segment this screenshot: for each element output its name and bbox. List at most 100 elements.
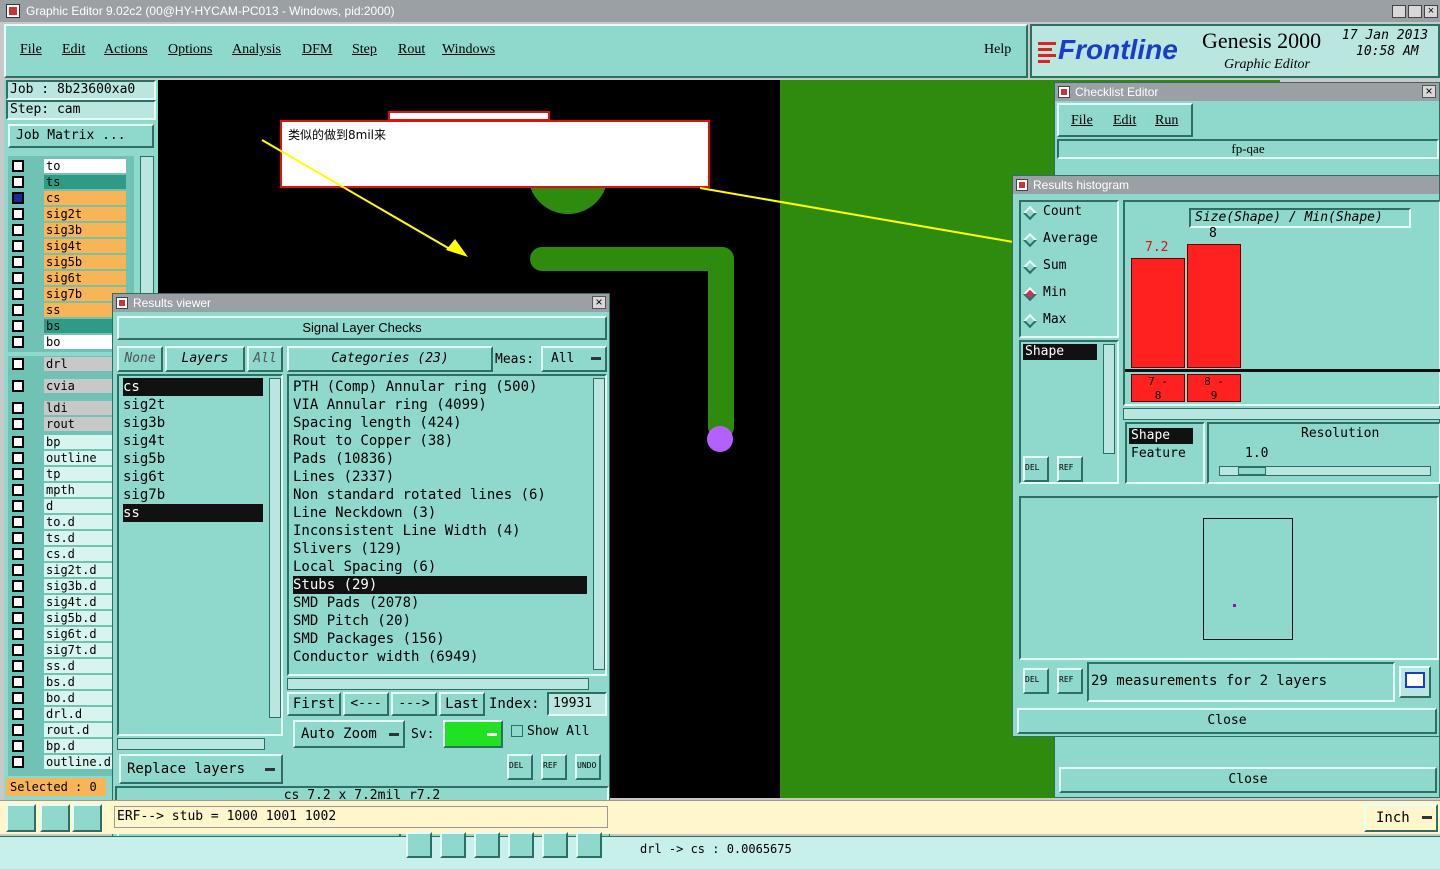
del-icon[interactable]: DEL xyxy=(507,754,533,780)
none-button[interactable]: None xyxy=(117,346,163,372)
arrow-head-icon xyxy=(446,239,468,257)
mode-radio[interactable] xyxy=(1022,259,1038,275)
mode-radio[interactable] xyxy=(1022,286,1038,302)
meas-label: Meas: xyxy=(495,352,535,367)
show-all-label: Show All xyxy=(527,724,590,739)
measurement-status: 29 measurements for 2 layers xyxy=(1087,662,1395,702)
bin-range-1[interactable]: 7 - 8 xyxy=(1131,374,1185,402)
ref-button-2[interactable]: REF xyxy=(1057,668,1083,694)
ref-button[interactable]: REF xyxy=(1057,456,1083,482)
category-item[interactable]: Spacing length (424) xyxy=(293,414,587,432)
list-item[interactable]: Shape xyxy=(1023,344,1097,360)
category-item[interactable]: Local Spacing (6) xyxy=(293,558,587,576)
category-item[interactable]: Pads (10836) xyxy=(293,450,587,468)
close-icon[interactable]: × xyxy=(592,296,606,309)
category-item[interactable]: Conductor width (6949) xyxy=(293,648,587,666)
kind-shape[interactable]: Shape xyxy=(1129,428,1193,444)
ref-icon[interactable]: REF xyxy=(541,754,567,780)
list-item[interactable]: ss xyxy=(123,504,263,522)
category-item[interactable]: SMD Packages (156) xyxy=(293,630,587,648)
chart-baseline xyxy=(1125,369,1440,372)
category-item[interactable]: Lines (2337) xyxy=(293,468,587,486)
last-button[interactable]: Last xyxy=(439,692,485,716)
histogram-icon[interactable] xyxy=(576,832,602,858)
histogram-hscroll[interactable] xyxy=(1123,408,1440,420)
mode-radio[interactable] xyxy=(1022,313,1038,329)
mode-radio[interactable] xyxy=(1022,205,1038,221)
checklist-titlebar: Checklist Editor × xyxy=(1055,83,1439,101)
mode-label: Max xyxy=(1043,312,1067,327)
category-scrollbar[interactable] xyxy=(593,378,605,670)
category-item[interactable]: SMD Pitch (20) xyxy=(293,612,587,630)
meas-select[interactable]: All xyxy=(541,346,607,372)
histogram-action-icon[interactable] xyxy=(1399,666,1431,698)
replace-layers-select[interactable]: Replace layers xyxy=(119,754,283,784)
checklist-menu-item[interactable]: File xyxy=(1071,113,1093,129)
zoom-tool-icon[interactable] xyxy=(6,804,36,832)
mode-label: Count xyxy=(1043,204,1083,219)
grid-tool-icon[interactable] xyxy=(72,804,102,832)
preview-frame xyxy=(1203,518,1293,640)
next-button[interactable]: ---> xyxy=(391,692,437,716)
show-all-checkbox[interactable] xyxy=(511,725,523,737)
categories-button[interactable]: Categories (23) xyxy=(287,346,493,372)
list-item[interactable]: sig5b xyxy=(123,450,263,468)
report-icon[interactable] xyxy=(542,832,568,858)
close-icon[interactable]: × xyxy=(1422,85,1436,98)
bin-range-2[interactable]: 8 - 9 xyxy=(1187,374,1241,402)
category-item[interactable]: Line Neckdown (3) xyxy=(293,504,587,522)
checklist-menu-item[interactable]: Edit xyxy=(1113,113,1136,129)
auto-zoom-select[interactable]: Auto Zoom xyxy=(293,720,405,748)
list-scrollbar[interactable] xyxy=(1103,344,1115,454)
info-icon[interactable] xyxy=(406,832,432,858)
category-item[interactable]: Inconsistent Line Width (4) xyxy=(293,522,587,540)
del-button-2[interactable]: DEL xyxy=(1023,668,1049,694)
checklist-menu-item[interactable]: Run xyxy=(1155,113,1178,129)
histogram-bar-2[interactable] xyxy=(1187,244,1241,368)
category-item[interactable]: Non standard rotated lines (6) xyxy=(293,486,587,504)
list-item[interactable]: sig7b xyxy=(123,486,263,504)
category-item[interactable]: Slivers (129) xyxy=(293,540,587,558)
units-select[interactable]: Inch xyxy=(1364,804,1438,832)
del-button[interactable]: DEL xyxy=(1023,456,1049,482)
list-item[interactable]: sig3b xyxy=(123,414,263,432)
category-item[interactable]: Rout to Copper (38) xyxy=(293,432,587,450)
category-item[interactable]: PTH (Comp) Annular ring (500) xyxy=(293,378,587,396)
sv-color-select[interactable] xyxy=(443,720,503,748)
count-icon[interactable] xyxy=(508,832,534,858)
resolution-value: 1.0 xyxy=(1245,446,1269,461)
mode-radio[interactable] xyxy=(1022,232,1038,248)
list-item[interactable]: sig6t xyxy=(123,468,263,486)
layer-icon[interactable] xyxy=(440,832,466,858)
category-item[interactable]: Stubs (29) xyxy=(293,576,587,594)
layer-list-scrollbar[interactable] xyxy=(269,378,281,718)
histogram-bar-1[interactable] xyxy=(1131,258,1185,368)
histogram-chart-area: Size(Shape) / Min(Shape) 7.2 8 7 - 8 8 -… xyxy=(1123,200,1440,406)
category-item[interactable]: SMD Pads (2078) xyxy=(293,594,587,612)
category-hscroll[interactable] xyxy=(287,678,589,690)
prev-button[interactable]: <--- xyxy=(343,692,389,716)
all-button[interactable]: All xyxy=(247,346,283,372)
first-button[interactable]: First xyxy=(287,692,341,716)
measure-tool-icon[interactable] xyxy=(40,804,70,832)
kind-feature[interactable]: Feature xyxy=(1129,446,1186,461)
list-item[interactable]: sig2t xyxy=(123,396,263,414)
list-item[interactable]: sig4t xyxy=(123,432,263,450)
layers-button[interactable]: Layers xyxy=(165,346,245,372)
kind-list: Shape Feature xyxy=(1125,422,1205,484)
resolution-slider[interactable] xyxy=(1219,466,1431,476)
index-input[interactable]: 19931 xyxy=(547,692,607,716)
category-item[interactable]: VIA Annular ring (4099) xyxy=(293,396,587,414)
layer-list-hscroll[interactable] xyxy=(117,738,265,750)
list-item[interactable]: cs xyxy=(123,378,263,396)
mode-label: Sum xyxy=(1043,258,1067,273)
histogram-close-button[interactable]: Close xyxy=(1017,708,1437,734)
checklist-close-button[interactable]: Close xyxy=(1059,767,1437,793)
ref-icon[interactable] xyxy=(474,832,500,858)
resolution-label: Resolution xyxy=(1301,426,1380,441)
category-list: PTH (Comp) Annular ring (500) VIA Annular… xyxy=(287,374,607,676)
index-label: Index: xyxy=(489,696,540,712)
undo-icon[interactable]: UNDO xyxy=(575,754,601,780)
mode-label: Average xyxy=(1043,231,1098,246)
results-viewer-window: Results viewer × Signal Layer Checks None… xyxy=(112,293,610,861)
